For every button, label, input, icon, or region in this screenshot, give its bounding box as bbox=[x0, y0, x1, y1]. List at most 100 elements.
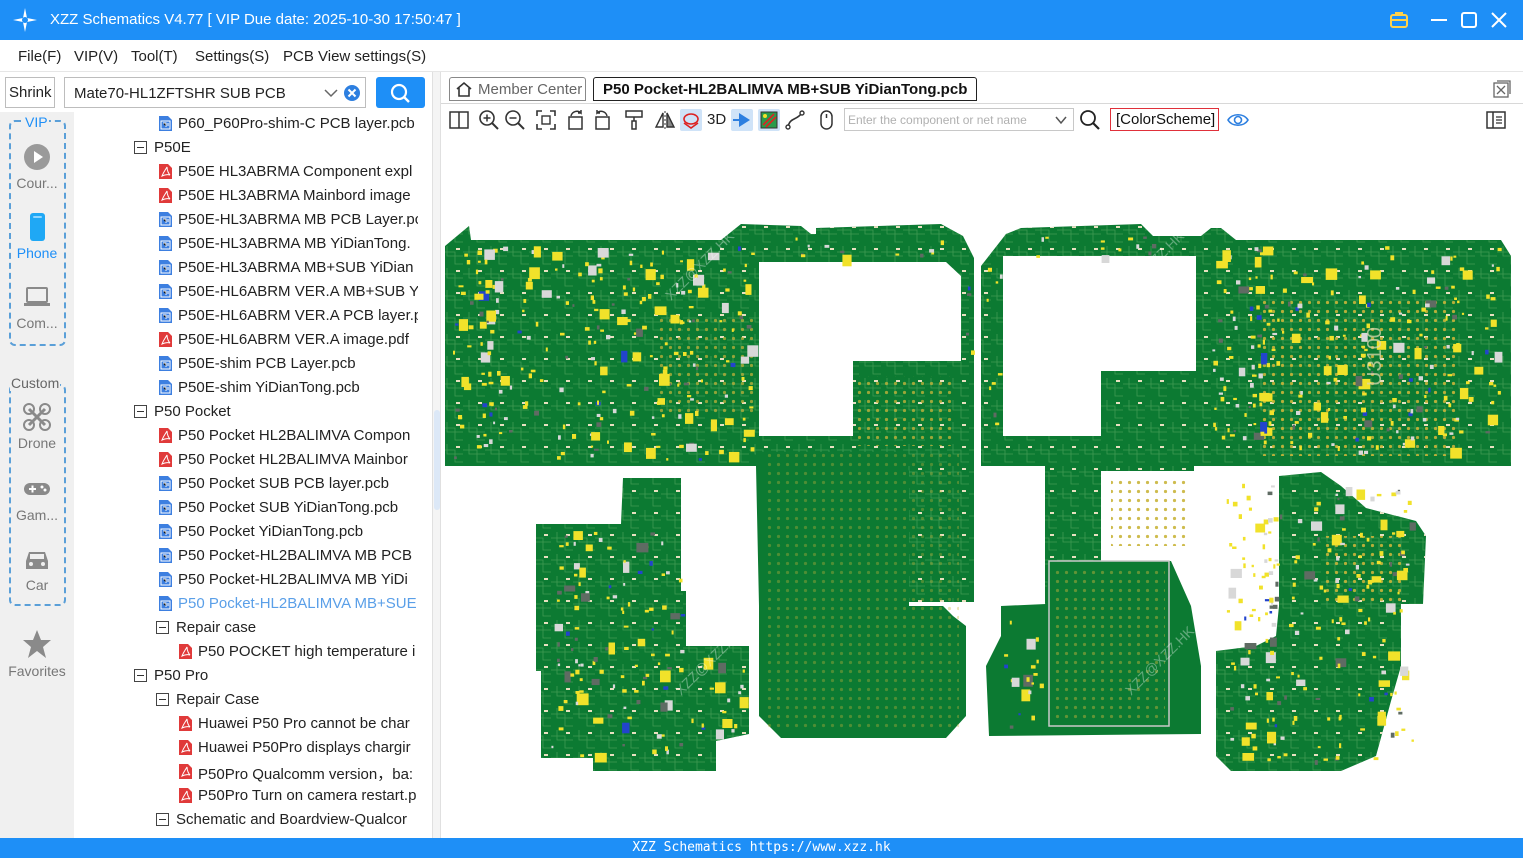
flip-board-icon[interactable] bbox=[680, 109, 702, 131]
tab-member-center[interactable]: Member Center bbox=[449, 77, 586, 101]
bga-chip-sub bbox=[1111, 476, 1186, 546]
close-icon[interactable] bbox=[1488, 9, 1510, 31]
tree-folder[interactable]: Schematic and Boardview-Qualcor bbox=[156, 808, 418, 832]
tree-file-item[interactable]: P50 Pocket HL2BALIMVA Mainbor bbox=[158, 448, 418, 472]
menu-settings[interactable]: Settings(S) bbox=[195, 48, 269, 65]
tree-file-item[interactable]: Huawei P50Pro displays chargir bbox=[178, 736, 418, 760]
tab-active-file[interactable]: P50 Pocket-HL2BALIMVA MB+SUB YiDianTong.… bbox=[593, 77, 977, 101]
star-icon bbox=[23, 630, 51, 658]
rotate-right-icon[interactable] bbox=[591, 109, 613, 131]
tree-file-item[interactable]: P50E-HL6ABRM VER.A image.pdf bbox=[158, 328, 418, 352]
tree-file-item[interactable]: P50E-HL3ABRMA MB PCB Layer.pc bbox=[158, 208, 418, 232]
tree-file-item[interactable]: P50 POCKET high temperature i bbox=[178, 640, 418, 664]
tree-item-label: P50 Pocket-HL2BALIMVA MB YiDi bbox=[178, 571, 408, 588]
visibility-eye-icon[interactable] bbox=[1227, 109, 1249, 131]
tree-file-item[interactable]: P50E HL3ABRMA Mainbord image bbox=[158, 184, 418, 208]
tree-file-item[interactable]: P50 Pocket HL2BALIMVA Compon bbox=[158, 424, 418, 448]
nav-game[interactable]: Gam... bbox=[0, 474, 74, 523]
trace-line-icon[interactable] bbox=[784, 109, 806, 131]
tree-file-item[interactable]: P50E-HL3ABRMA MB YiDianTong. bbox=[158, 232, 418, 256]
model-combobox[interactable]: Mate70-HL1ZFTSHR SUB PCB bbox=[64, 77, 366, 108]
chevron-down-icon[interactable] bbox=[1054, 114, 1068, 126]
search-button[interactable] bbox=[376, 77, 425, 108]
pcb-canvas[interactable]: U3100 XZZ@XZZ.HK XZZ@XZZ.HK XZZ@XZZ.HK X… bbox=[441, 136, 1523, 838]
tree-folder[interactable]: P50 Pocket bbox=[134, 400, 418, 424]
bga-chip-center bbox=[856, 376, 956, 446]
pcb-file-icon bbox=[159, 212, 172, 227]
chip-label: U3100 bbox=[1364, 327, 1386, 386]
tree-file-item[interactable]: P50Pro Turn on camera restart.p bbox=[178, 784, 418, 808]
component-search-field[interactable] bbox=[844, 108, 1074, 131]
tree-file-item[interactable]: P50E-HL6ABRM VER.A MB+SUB Yi bbox=[158, 280, 418, 304]
tree-item-label: P50E HL3ABRMA Component expl bbox=[178, 163, 413, 180]
nav-drone[interactable]: Drone bbox=[0, 402, 74, 451]
vip-briefcase-icon[interactable] bbox=[1388, 9, 1410, 31]
clear-icon[interactable] bbox=[343, 84, 361, 102]
splitter-handle[interactable] bbox=[434, 410, 440, 510]
split-view-icon[interactable] bbox=[448, 109, 470, 131]
tree-item-label: P50 Pocket HL2BALIMVA Mainbor bbox=[178, 451, 408, 468]
tree-file-item[interactable]: Huawei P50 Pro cannot be char bbox=[178, 712, 418, 736]
nav-computer[interactable]: Com... bbox=[0, 282, 74, 331]
tree-file-item[interactable]: P50E-shim PCB Layer.pcb bbox=[158, 352, 418, 376]
close-tabs-icon[interactable] bbox=[1493, 80, 1511, 98]
maximize-icon[interactable] bbox=[1458, 9, 1480, 31]
zoom-out-icon[interactable] bbox=[504, 109, 526, 131]
pin-highlight-icon[interactable] bbox=[731, 109, 753, 131]
nav-favorites[interactable]: Favorites bbox=[0, 628, 74, 679]
tree-item-label: P50E-HL3ABRMA MB+SUB YiDian bbox=[178, 259, 414, 276]
tree-folder[interactable]: Repair case bbox=[156, 616, 418, 640]
pcb-file-icon bbox=[159, 236, 172, 251]
mirror-icon[interactable] bbox=[654, 109, 676, 131]
menu-vip[interactable]: VIP(V) bbox=[74, 48, 118, 65]
collapse-toggle-icon bbox=[156, 621, 169, 634]
pdf-file-icon bbox=[179, 764, 192, 779]
nav-courses[interactable]: Cour... bbox=[0, 142, 74, 191]
tree-folder[interactable]: P50 Pro bbox=[134, 664, 418, 688]
paint-brush-icon[interactable] bbox=[623, 109, 645, 131]
menu-tool[interactable]: Tool(T) bbox=[131, 48, 178, 65]
rotate-left-icon[interactable] bbox=[565, 109, 587, 131]
tree-file-item[interactable]: P50E-HL3ABRMA MB+SUB YiDian bbox=[158, 256, 418, 280]
tree-item-label: P60_P60Pro-shim-C PCB layer.pcb bbox=[178, 115, 415, 132]
color-scheme-button[interactable]: [ColorScheme] bbox=[1110, 108, 1219, 131]
tree-file-item[interactable]: P50 Pocket SUB PCB layer.pcb bbox=[158, 472, 418, 496]
menu-pcb-view-settings[interactable]: PCB View settings(S) bbox=[283, 48, 426, 65]
component-search-input[interactable] bbox=[848, 111, 1048, 128]
nav-phone[interactable]: Phone bbox=[0, 212, 74, 261]
tree-folder[interactable]: Repair Case bbox=[156, 688, 418, 712]
pcb-file-icon bbox=[159, 260, 172, 275]
pcb-board-view[interactable]: U3100 XZZ@XZZ.HK XZZ@XZZ.HK XZZ@XZZ.HK X… bbox=[441, 136, 1523, 838]
tree-item-label: P50 Pocket SUB PCB layer.pcb bbox=[178, 475, 389, 492]
fit-view-icon[interactable] bbox=[535, 109, 557, 131]
side-panel-icon[interactable] bbox=[1485, 109, 1507, 131]
panel-splitter[interactable] bbox=[432, 72, 441, 838]
menu-file[interactable]: File(F) bbox=[18, 48, 61, 65]
tree-file-item[interactable]: P50E-shim YiDianTong.pcb bbox=[158, 376, 418, 400]
zoom-in-icon[interactable] bbox=[478, 109, 500, 131]
tree-file-item[interactable]: P50 Pocket YiDianTong.pcb bbox=[158, 520, 418, 544]
tree-item-label: P50 Pocket YiDianTong.pcb bbox=[178, 523, 364, 540]
chevron-down-icon[interactable] bbox=[323, 86, 339, 100]
tree-file-item[interactable]: P50 Pocket-HL2BALIMVA MB+SUE bbox=[158, 592, 418, 616]
category-sidebar: VIP Custom Cour... Phone Com... Drone Ga… bbox=[0, 112, 74, 838]
minimize-icon[interactable] bbox=[1428, 9, 1450, 31]
tree-file-item[interactable]: P50 Pocket-HL2BALIMVA MB PCB bbox=[158, 544, 418, 568]
tree-file-item[interactable]: P50Pro Qualcomm version，ba: bbox=[178, 760, 418, 784]
layer-view-icon[interactable] bbox=[758, 109, 780, 131]
pcb-file-icon bbox=[159, 356, 172, 371]
mouse-icon[interactable] bbox=[815, 109, 837, 131]
model-combobox-value: Mate70-HL1ZFTSHR SUB PCB bbox=[74, 85, 286, 102]
shrink-button[interactable]: Shrink bbox=[5, 77, 55, 108]
tree-file-item[interactable]: P50 Pocket SUB YiDianTong.pcb bbox=[158, 496, 418, 520]
sub-board-left bbox=[536, 478, 749, 771]
3d-view-button[interactable]: 3D bbox=[707, 111, 726, 128]
tree-file-item[interactable]: P50E-HL6ABRM VER.A PCB layer.p bbox=[158, 304, 418, 328]
tree-file-item[interactable]: P50 Pocket-HL2BALIMVA MB YiDi bbox=[158, 568, 418, 592]
tree-folder[interactable]: P50E bbox=[134, 136, 418, 160]
nav-car[interactable]: Car bbox=[0, 544, 74, 593]
find-component-icon[interactable] bbox=[1079, 109, 1101, 131]
tree-file-item[interactable]: P60_P60Pro-shim-C PCB layer.pcb bbox=[158, 112, 418, 136]
tree-file-item[interactable]: P50E HL3ABRMA Component expl bbox=[158, 160, 418, 184]
collapse-toggle-icon bbox=[156, 813, 169, 826]
